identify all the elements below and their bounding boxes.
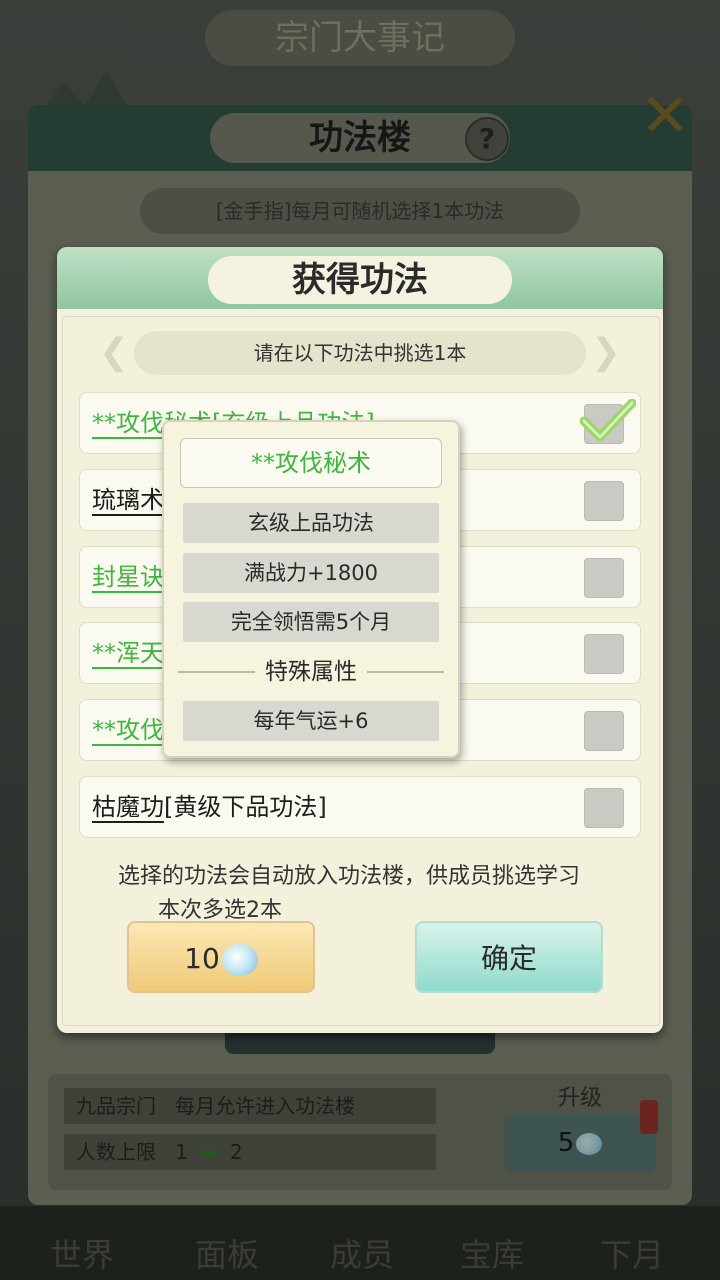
option-text: 枯魔功[黄级下品功法] [92, 792, 327, 823]
option-name: 琉璃术 [92, 486, 164, 516]
checkmark-icon [580, 399, 636, 442]
hint-right-ornament: ❯ [590, 332, 622, 373]
option-name: 封星诀 [92, 563, 164, 593]
sect-rank-label: 九品宗门 [76, 1094, 156, 1118]
close-icon[interactable]: ✕ [640, 86, 700, 146]
option-row-5[interactable]: 枯魔功[黄级下品功法] [79, 776, 641, 838]
selection-hint: 请在以下功法中挑选1本 [134, 331, 586, 375]
option-grade: [黄级下品功法] [164, 793, 327, 821]
multi-select-text: 本次多选2本 [158, 898, 282, 923]
option-text: 封星诀 [92, 562, 164, 593]
option-checkbox[interactable] [584, 481, 624, 521]
upgrade-cost: 5 [557, 1128, 575, 1158]
hint-left-ornament: ❮ [98, 332, 130, 373]
option-checkbox[interactable] [584, 711, 624, 751]
nav-world[interactable]: 世界 [50, 1230, 114, 1276]
special-attributes-label: 特殊属性 [255, 652, 367, 692]
option-checkbox[interactable] [584, 558, 624, 598]
upgrade-button[interactable]: 5 [505, 1114, 655, 1172]
option-text: **攻伐 [92, 715, 164, 746]
nav-panel[interactable]: 面板 [195, 1230, 259, 1276]
nav-members[interactable]: 成员 [330, 1230, 394, 1276]
tooltip-special: 每年气运+6 [183, 701, 439, 741]
extra-pick-cost: 10 [184, 942, 220, 975]
arrow-right-icon: ➡ [194, 1140, 224, 1164]
special-attributes-divider: 特殊属性 [178, 652, 444, 692]
member-limit-to: 2 [230, 1140, 243, 1164]
option-text: 琉璃术 [92, 485, 164, 516]
alert-icon [640, 1100, 658, 1134]
tooltip-comprehension: 完全领悟需5个月 [183, 602, 439, 642]
sect-rank-value: 每月允许进入功法楼 [175, 1094, 356, 1118]
tooltip-power: 满战力+1800 [183, 553, 439, 593]
gem-icon [221, 944, 258, 976]
top-banner: 宗门大事记 [205, 10, 515, 66]
upgrade-label: 升级 [557, 1086, 602, 1111]
confirm-button[interactable]: 确定 [415, 921, 603, 993]
help-icon[interactable]: ? [465, 117, 509, 161]
option-name: **攻伐 [92, 716, 164, 746]
gem-icon [576, 1132, 603, 1155]
golden-finger-notice: [金手指]每月可随机选择1本功法 [140, 188, 580, 234]
option-checkbox[interactable] [584, 788, 624, 828]
tooltip-title: **攻伐秘术 [180, 438, 442, 488]
option-text: **浑天 [92, 638, 164, 669]
tooltip-grade: 玄级上品功法 [183, 503, 439, 543]
sect-rank-row: 九品宗门 每月允许进入功法楼 [64, 1088, 436, 1124]
member-limit-label: 人数上限 [76, 1140, 156, 1164]
member-limit-from: 1 [175, 1140, 188, 1164]
info-text: 选择的功法会自动放入功法楼，供成员挑选学习 [118, 864, 581, 889]
member-limit-row: 人数上限 1 ➡ 2 [64, 1134, 436, 1170]
option-name: **浑天 [92, 639, 164, 669]
nav-next-month[interactable]: 下月 [600, 1230, 664, 1276]
option-checkbox[interactable] [584, 634, 624, 674]
dialog-title: 获得功法 [208, 256, 512, 304]
option-name: 枯魔功 [92, 793, 164, 823]
nav-treasury[interactable]: 宝库 [460, 1230, 524, 1276]
extra-pick-cost-button[interactable]: 10 [127, 921, 315, 993]
